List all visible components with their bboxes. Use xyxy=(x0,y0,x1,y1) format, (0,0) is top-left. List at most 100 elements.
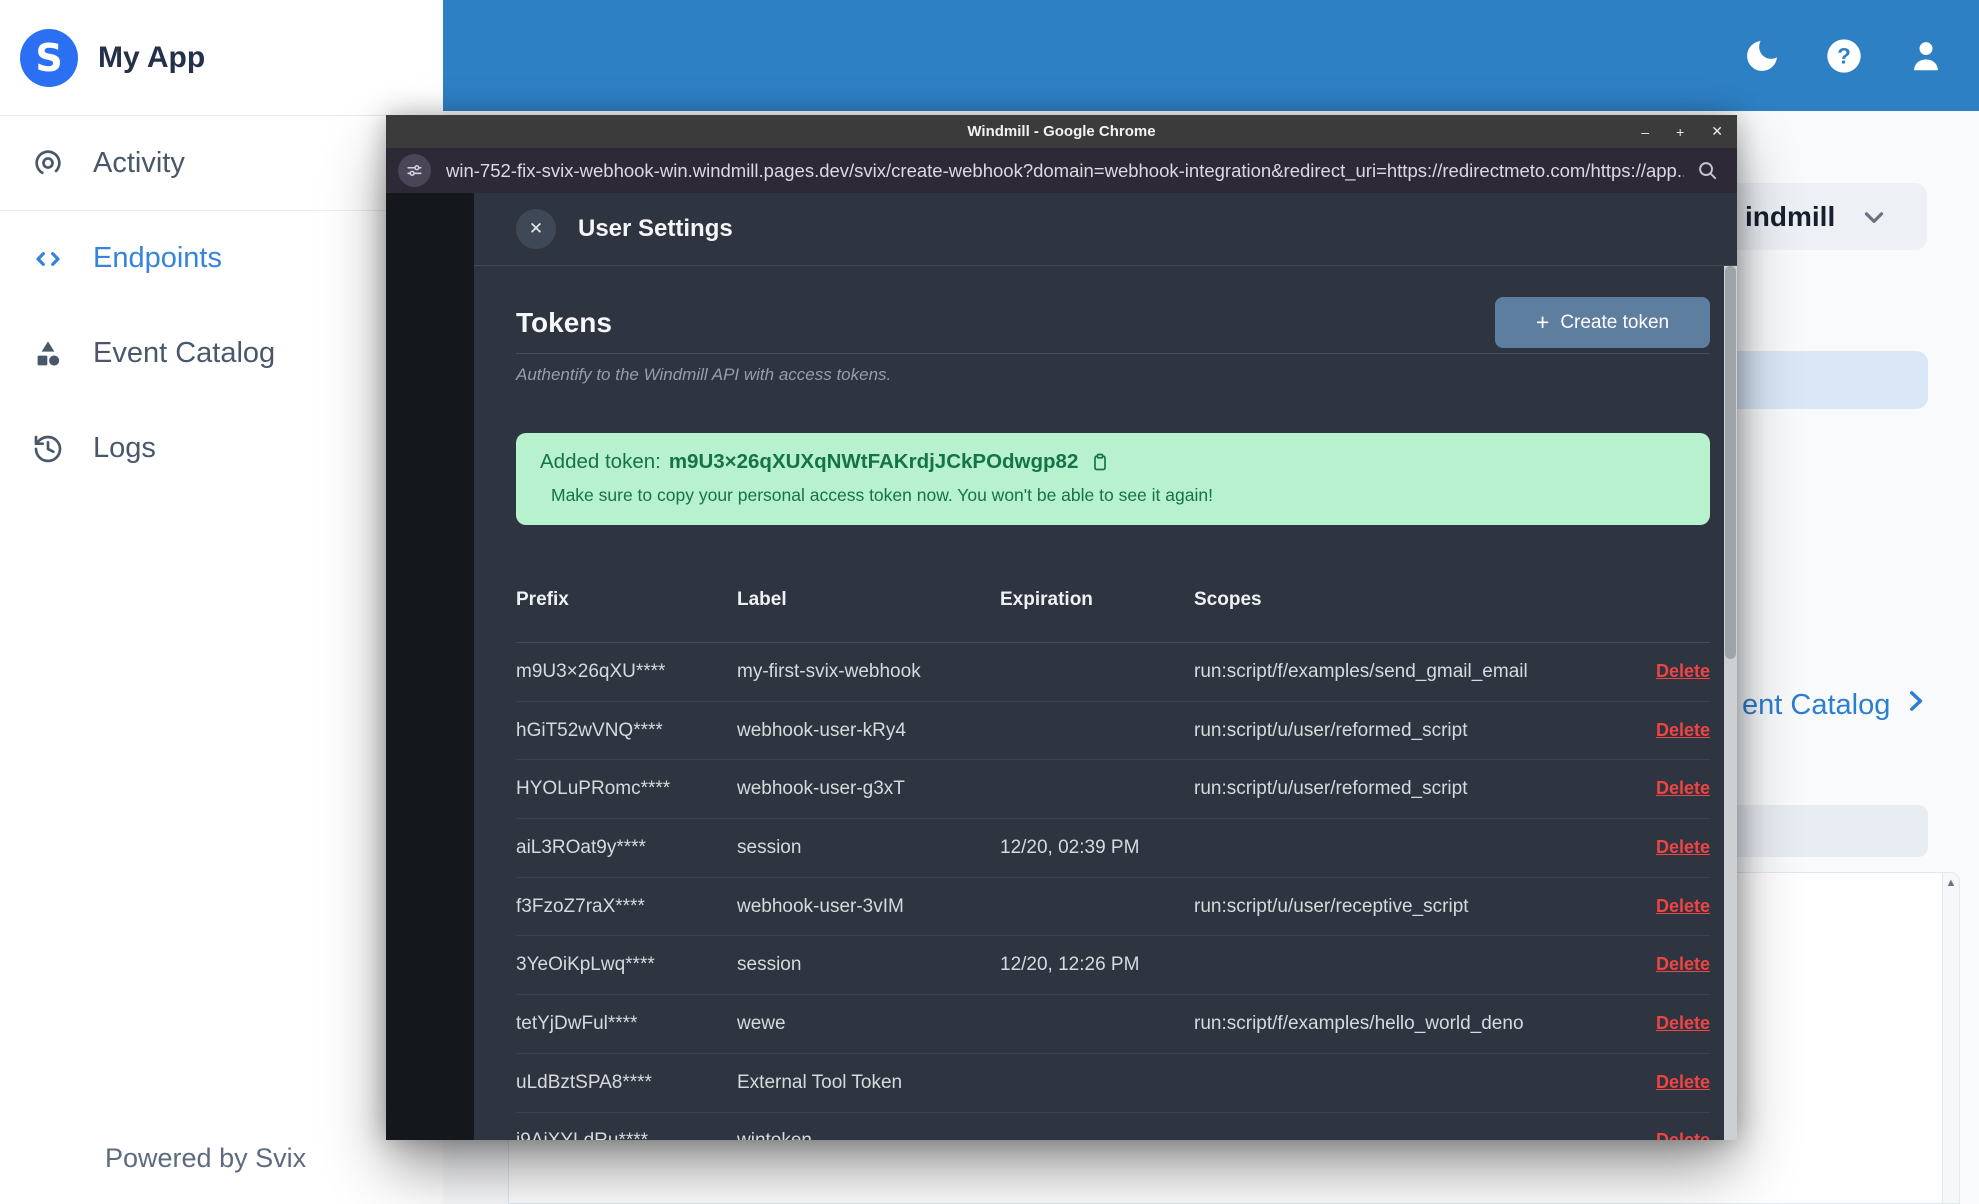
token-label: webhook-user-3vIM xyxy=(737,895,904,917)
svix-logo-icon: S xyxy=(20,28,78,87)
token-expiration: 12/20, 02:39 PM xyxy=(1000,836,1140,858)
drawer-title: User Settings xyxy=(578,215,733,242)
chrome-window: Windmill - Google Chrome – + ✕ win-752-f… xyxy=(386,115,1737,1140)
delete-token-link[interactable]: Delete xyxy=(1656,896,1710,916)
table-row: tetYjDwFul**** wewe run:script/f/example… xyxy=(516,995,1710,1054)
token-scopes: run:script/u/user/receptive_script xyxy=(1194,895,1469,917)
chevron-down-icon xyxy=(1859,202,1889,232)
window-controls: – + ✕ xyxy=(1641,115,1723,148)
drawer-scrollbar[interactable] xyxy=(1724,266,1737,1140)
token-prefix: HYOLuPRomc**** xyxy=(516,778,671,800)
workspace-label: indmill xyxy=(1745,200,1836,232)
token-label: webhook-user-kRy4 xyxy=(737,719,906,741)
table-row: f3FzoZ7raX**** webhook-user-3vIM run:scr… xyxy=(516,878,1710,937)
token-label: External Tool Token xyxy=(737,1071,903,1093)
topbar: ? xyxy=(443,0,1979,111)
tokens-subtitle: Authentify to the Windmill API with acce… xyxy=(516,365,892,384)
delete-token-link[interactable]: Delete xyxy=(1656,720,1710,740)
url-bar[interactable]: win-752-fix-svix-webhook-win.windmill.pa… xyxy=(386,148,1737,193)
table-body: m9U3×26qXU**** my-first-svix-webhook run… xyxy=(516,643,1710,1140)
table-row: uLdBztSPA8**** External Tool Token Delet… xyxy=(516,1054,1710,1113)
shapes-icon xyxy=(31,337,65,371)
sidebar-item-logs[interactable]: Logs xyxy=(0,401,443,496)
delete-token-link[interactable]: Delete xyxy=(1656,1130,1710,1140)
delete-token-link[interactable]: Delete xyxy=(1656,1072,1710,1092)
scrollbar-thumb[interactable] xyxy=(1725,266,1736,660)
event-catalog-link-label: ent Catalog xyxy=(1742,688,1891,721)
panel-scrollbar[interactable]: ▲ xyxy=(1942,873,1959,1203)
delete-token-link[interactable]: Delete xyxy=(1656,1013,1710,1033)
table-row: m9U3×26qXU**** my-first-svix-webhook run… xyxy=(516,643,1710,702)
column-header-expiration: Expiration xyxy=(1000,589,1093,610)
minimize-button[interactable]: – xyxy=(1641,124,1649,140)
close-window-button[interactable]: ✕ xyxy=(1711,123,1723,140)
table-row: 3YeOiKpLwq**** session 12/20, 12:26 PM D… xyxy=(516,936,1710,996)
delete-token-link[interactable]: Delete xyxy=(1656,954,1710,974)
window-title: Windmill - Google Chrome xyxy=(967,123,1156,140)
column-header-prefix: Prefix xyxy=(516,589,569,610)
code-brackets-icon xyxy=(31,242,65,276)
chevron-right-icon xyxy=(1902,688,1928,722)
sidebar-item-activity[interactable]: Activity xyxy=(0,116,443,211)
user-icon[interactable] xyxy=(1905,35,1947,77)
added-token-text: Added token: xyxy=(540,450,661,473)
token-label: session xyxy=(737,836,802,858)
sidebar-item-label: Logs xyxy=(93,432,156,464)
sidebar-nav: Activity Endpoints Event Catalog Logs xyxy=(0,116,443,496)
activity-disc-icon xyxy=(31,146,65,180)
delete-token-link[interactable]: Delete xyxy=(1656,661,1710,681)
token-prefix: i9AiXYLdRu**** xyxy=(516,1130,737,1140)
browser-viewport: ✕ User Settings Tokens + Create token Au… xyxy=(386,193,1737,1140)
sidebar-item-label: Activity xyxy=(93,146,185,179)
plus-icon: + xyxy=(1535,309,1550,335)
create-token-button[interactable]: + Create token xyxy=(1495,297,1710,348)
token-prefix: m9U3×26qXU**** xyxy=(516,660,666,682)
create-token-label: Create token xyxy=(1560,311,1670,333)
token-scopes: run:script/u/user/reformed_script xyxy=(1194,719,1468,741)
screen: S My App Activity Endpoints Event Catalo… xyxy=(0,0,1979,1204)
token-label: session xyxy=(737,954,802,976)
delete-token-link[interactable]: Delete xyxy=(1656,778,1710,798)
column-header-scopes: Scopes xyxy=(1194,589,1262,610)
sidebar-item-endpoints[interactable]: Endpoints xyxy=(0,211,443,306)
token-expiration: 12/20, 12:26 PM xyxy=(1000,954,1140,976)
url-text[interactable]: win-752-fix-svix-webhook-win.windmill.pa… xyxy=(446,160,1684,182)
token-label: wewe xyxy=(737,1012,786,1034)
column-header-label: Label xyxy=(737,589,787,610)
token-label: wintoken xyxy=(737,1130,1000,1140)
drawer-body: Tokens + Create token Authentify to the … xyxy=(474,266,1737,1140)
sidebar-item-label: Endpoints xyxy=(93,242,222,274)
table-row: i9AiXYLdRu**** wintoken Delete xyxy=(516,1113,1710,1140)
sidebar: S My App Activity Endpoints Event Catalo… xyxy=(0,0,443,1204)
added-token-line: Added token: m9U3×26qXUXqNWtFAKrdjJCkPOd… xyxy=(540,450,1686,474)
token-scopes: run:script/f/examples/hello_world_deno xyxy=(1194,1012,1524,1034)
maximize-button[interactable]: + xyxy=(1676,124,1684,140)
app-title: My App xyxy=(98,40,206,74)
sidebar-item-event-catalog[interactable]: Event Catalog xyxy=(0,306,443,401)
svg-text:?: ? xyxy=(1837,43,1851,68)
token-prefix: tetYjDwFul**** xyxy=(516,1012,638,1034)
help-icon[interactable]: ? xyxy=(1823,35,1865,77)
delete-token-link[interactable]: Delete xyxy=(1656,837,1710,857)
sidebar-item-label: Event Catalog xyxy=(93,337,276,369)
token-copy-note: Make sure to copy your personal access t… xyxy=(551,485,1213,505)
user-settings-drawer: ✕ User Settings Tokens + Create token Au… xyxy=(474,193,1737,1140)
table-row: HYOLuPRomc**** webhook-user-g3xT run:scr… xyxy=(516,760,1710,820)
token-prefix: uLdBztSPA8**** xyxy=(516,1071,652,1093)
dark-mode-moon-icon[interactable] xyxy=(1741,35,1783,77)
event-catalog-link[interactable]: ent Catalog xyxy=(1742,688,1928,722)
sidebar-header: S My App xyxy=(0,0,443,116)
zoom-search-icon[interactable] xyxy=(1696,159,1719,182)
token-prefix: 3YeOiKpLwq**** xyxy=(516,954,655,976)
token-prefix: f3FzoZ7raX**** xyxy=(516,895,645,917)
token-label: webhook-user-g3xT xyxy=(737,778,905,800)
page-backdrop xyxy=(386,193,474,1140)
tokens-heading: Tokens xyxy=(516,306,612,338)
copy-clipboard-icon[interactable] xyxy=(1090,452,1110,472)
scroll-up-icon[interactable]: ▲ xyxy=(1943,873,1959,893)
token-label: my-first-svix-webhook xyxy=(737,660,921,682)
added-token-alert: Added token: m9U3×26qXUXqNWtFAKrdjJCkPOd… xyxy=(516,433,1710,525)
close-drawer-button[interactable]: ✕ xyxy=(516,209,556,249)
window-titlebar[interactable]: Windmill - Google Chrome – + ✕ xyxy=(386,115,1737,148)
site-settings-icon[interactable] xyxy=(398,154,431,187)
